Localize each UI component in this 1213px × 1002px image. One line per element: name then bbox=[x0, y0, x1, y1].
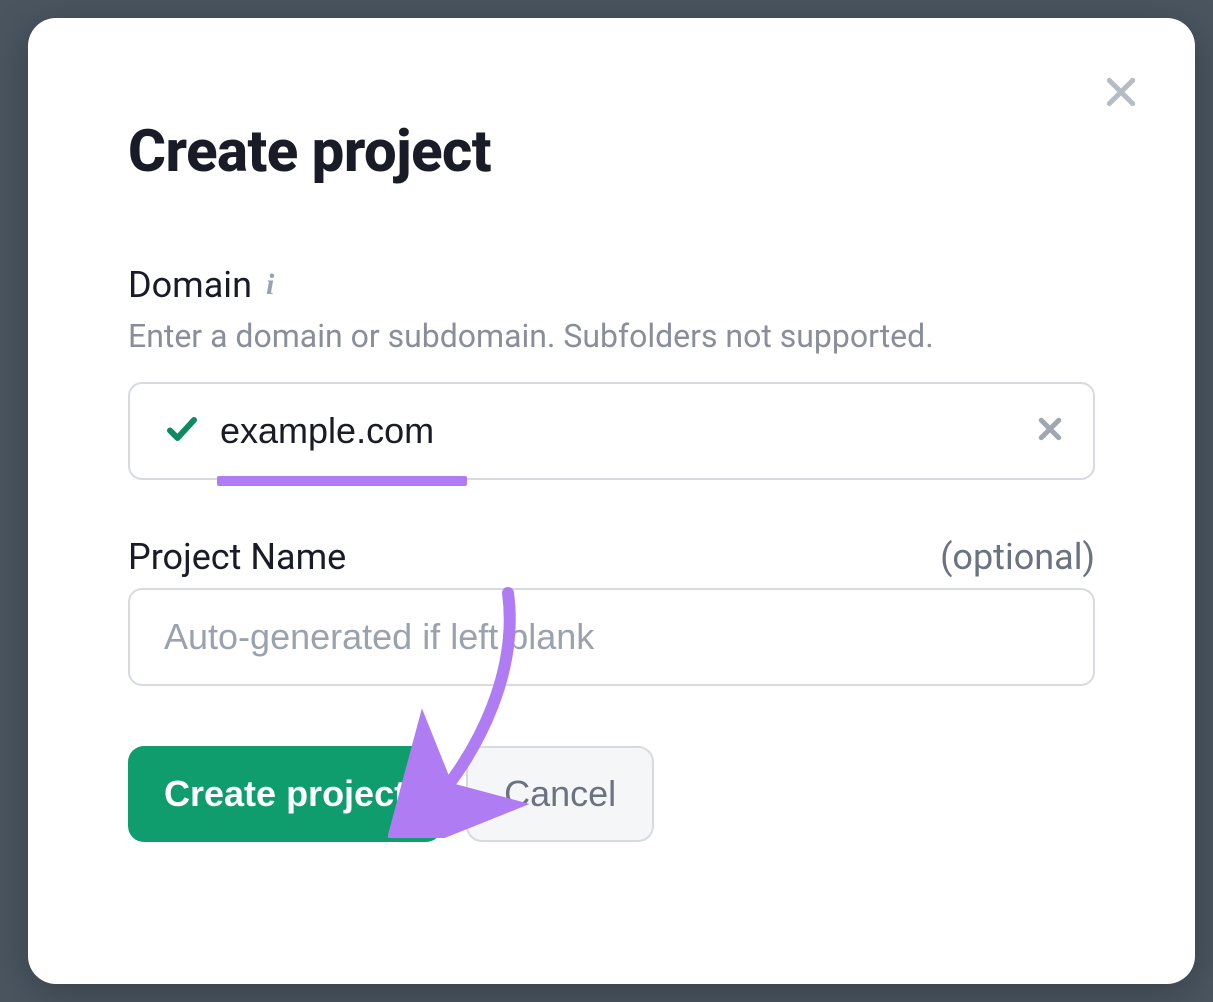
project-name-field-block: Project Name (optional) bbox=[128, 536, 1095, 686]
project-name-label-text: Project Name bbox=[128, 536, 346, 578]
button-row: Create project Cancel bbox=[128, 746, 1095, 842]
domain-input-wrap bbox=[128, 382, 1095, 480]
project-name-label: Project Name bbox=[128, 536, 346, 578]
cancel-button[interactable]: Cancel bbox=[466, 746, 654, 842]
project-name-input[interactable] bbox=[128, 588, 1095, 686]
domain-hint: Enter a domain or subdomain. Subfolders … bbox=[128, 316, 1095, 358]
domain-label: Domain i bbox=[128, 264, 274, 306]
create-project-modal: Create project Domain i Enter a domain o… bbox=[28, 18, 1195, 984]
info-icon[interactable]: i bbox=[266, 270, 274, 300]
annotation-underline bbox=[217, 476, 467, 486]
optional-hint: (optional) bbox=[940, 536, 1095, 578]
modal-title: Create project bbox=[128, 118, 1095, 186]
domain-label-text: Domain bbox=[128, 264, 252, 306]
checkmark-icon bbox=[164, 411, 200, 451]
clear-input-button[interactable] bbox=[1035, 414, 1065, 448]
close-button[interactable] bbox=[1097, 68, 1145, 116]
domain-input[interactable] bbox=[128, 382, 1095, 480]
close-icon bbox=[1101, 72, 1141, 112]
project-name-input-wrap bbox=[128, 588, 1095, 686]
create-project-button[interactable]: Create project bbox=[128, 746, 442, 842]
domain-field-block: Domain i Enter a domain or subdomain. Su… bbox=[128, 264, 1095, 480]
